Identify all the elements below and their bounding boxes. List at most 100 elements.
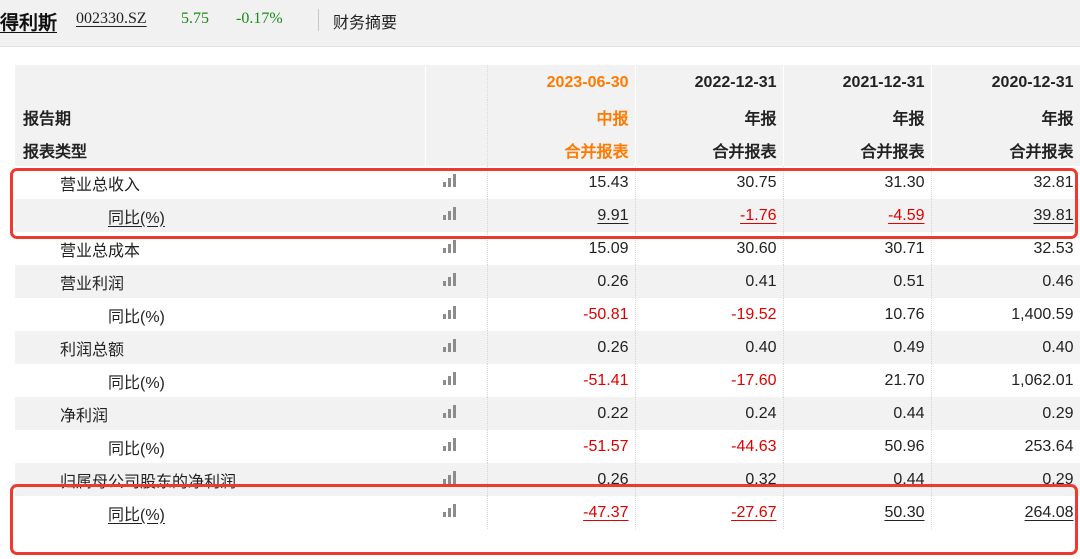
value-cell: 10.76 (783, 298, 932, 331)
bar-chart-icon[interactable] (443, 371, 458, 385)
row-label: 同比(%) (108, 506, 165, 524)
table-row: 归属母公司股东的净利润 0.26 0.32 0.44 0.29 (15, 463, 1080, 496)
table-row: 营业利润 0.26 0.41 0.51 0.46 (15, 265, 1080, 298)
report-period-3: 年报 (931, 100, 1080, 133)
period-date-2[interactable]: 2021-12-31 (783, 65, 932, 100)
value-cell: 0.49 (783, 331, 932, 364)
value-cell: 9.91 (487, 199, 636, 232)
row-label: 利润总额 (60, 341, 125, 359)
value-cell: 1,400.59 (931, 298, 1080, 331)
table-row: 净利润 0.22 0.24 0.44 0.29 (15, 397, 1080, 430)
value-cell: -27.67 (635, 496, 784, 529)
value-cell: -17.60 (635, 364, 784, 397)
table-row: 营业总成本 15.09 30.60 30.71 32.53 (15, 232, 1080, 265)
value-cell: 0.41 (635, 265, 784, 298)
report-type-label: 报表类型 (15, 133, 426, 166)
row-label: 同比(%) (108, 440, 165, 458)
value-cell: 32.81 (931, 166, 1080, 199)
value-cell: 0.32 (635, 463, 784, 496)
table-row: 同比(%) -47.37 -27.67 50.30 264.08 (15, 496, 1080, 529)
bar-chart-icon[interactable] (443, 239, 458, 253)
report-period-1: 年报 (635, 100, 784, 133)
value-cell: -4.59 (783, 199, 932, 232)
table-row: 同比(%) -51.57 -44.63 50.96 253.64 (15, 430, 1080, 463)
header-divider (318, 9, 319, 31)
row-label: 净利润 (60, 407, 109, 425)
value-cell: 32.53 (931, 232, 1080, 265)
value-cell: 30.71 (783, 232, 932, 265)
value-cell: -50.81 (487, 298, 636, 331)
value-cell: 0.44 (783, 463, 932, 496)
table-row: 利润总额 0.26 0.40 0.49 0.40 (15, 331, 1080, 364)
value-cell: 50.30 (783, 496, 932, 529)
financial-summary-table: 2023-06-30 2022-12-31 2021-12-31 2020-12… (10, 65, 1080, 559)
bar-chart-icon[interactable] (443, 404, 458, 418)
value-cell: -1.76 (635, 199, 784, 232)
value-cell: 21.70 (783, 364, 932, 397)
value-cell: 50.96 (783, 430, 932, 463)
table-row: 同比(%) 9.91 -1.76 -4.59 39.81 (15, 199, 1080, 232)
value-cell: 0.40 (931, 331, 1080, 364)
value-cell: 264.08 (931, 496, 1080, 529)
table-row: 同比(%) -51.41 -17.60 21.70 1,062.01 (15, 364, 1080, 397)
value-cell: -51.41 (487, 364, 636, 397)
value-cell: 0.51 (783, 265, 932, 298)
period-date-0[interactable]: 2023-06-30 (487, 65, 636, 100)
period-date-3[interactable]: 2020-12-31 (931, 65, 1080, 100)
report-type-3: 合并报表 (931, 133, 1080, 166)
stock-header: 得利斯 002330.SZ 5.75 -0.17% 财务摘要 (0, 0, 1080, 47)
value-cell: 0.22 (487, 397, 636, 430)
bar-chart-icon[interactable] (443, 437, 458, 451)
value-cell: 39.81 (931, 199, 1080, 232)
value-cell: 15.09 (487, 232, 636, 265)
report-type-row: 报表类型 合并报表 合并报表 合并报表 合并报表 (15, 133, 1080, 166)
value-cell: 30.75 (635, 166, 784, 199)
value-cell: 31.30 (783, 166, 932, 199)
stock-code-link[interactable]: 002330.SZ (76, 10, 147, 28)
report-period-0: 中报 (487, 100, 636, 133)
table-row: 营业总收入 15.43 30.75 31.30 32.81 (15, 166, 1080, 199)
value-cell: 0.26 (487, 331, 636, 364)
bar-chart-icon[interactable] (443, 338, 458, 352)
value-cell: 0.29 (931, 463, 1080, 496)
value-cell: 0.24 (635, 397, 784, 430)
report-period-label: 报告期 (15, 100, 426, 133)
period-date-1[interactable]: 2022-12-31 (635, 65, 784, 100)
stock-price: 5.75 (181, 10, 209, 27)
report-type-2: 合并报表 (783, 133, 932, 166)
period-date-row: 2023-06-30 2022-12-31 2021-12-31 2020-12… (15, 65, 1080, 100)
value-cell: -19.52 (635, 298, 784, 331)
value-cell: 15.43 (487, 166, 636, 199)
value-cell: 30.60 (635, 232, 784, 265)
row-label: 同比(%) (108, 374, 165, 392)
value-cell: 1,062.01 (931, 364, 1080, 397)
value-cell: -44.63 (635, 430, 784, 463)
row-label: 营业利润 (60, 275, 125, 293)
row-label: 归属母公司股东的净利润 (60, 473, 237, 491)
value-cell: 0.44 (783, 397, 932, 430)
value-cell: 0.46 (931, 265, 1080, 298)
value-cell: -47.37 (487, 496, 636, 529)
value-cell: 0.26 (487, 265, 636, 298)
value-cell: 0.40 (635, 331, 784, 364)
table-row: 同比(%) -50.81 -19.52 10.76 1,400.59 (15, 298, 1080, 331)
bar-chart-icon[interactable] (443, 173, 458, 187)
stock-change: -0.17% (236, 10, 283, 27)
stock-name-link[interactable]: 得利斯 (0, 8, 57, 35)
report-type-1: 合并报表 (635, 133, 784, 166)
bar-chart-icon[interactable] (443, 305, 458, 319)
bar-chart-icon[interactable] (443, 206, 458, 220)
section-title: 财务摘要 (333, 15, 398, 32)
report-period-row: 报告期 中报 年报 年报 年报 (15, 100, 1080, 133)
report-type-0: 合并报表 (487, 133, 636, 166)
value-cell: -51.57 (487, 430, 636, 463)
row-label: 营业总收入 (60, 176, 141, 194)
value-cell: 0.29 (931, 397, 1080, 430)
bar-chart-icon[interactable] (443, 272, 458, 286)
row-label: 同比(%) (108, 308, 165, 326)
value-cell: 0.26 (487, 463, 636, 496)
bar-chart-icon[interactable] (443, 470, 458, 484)
bar-chart-icon[interactable] (443, 503, 458, 517)
row-label: 营业总成本 (60, 242, 141, 260)
row-label: 同比(%) (108, 209, 165, 227)
